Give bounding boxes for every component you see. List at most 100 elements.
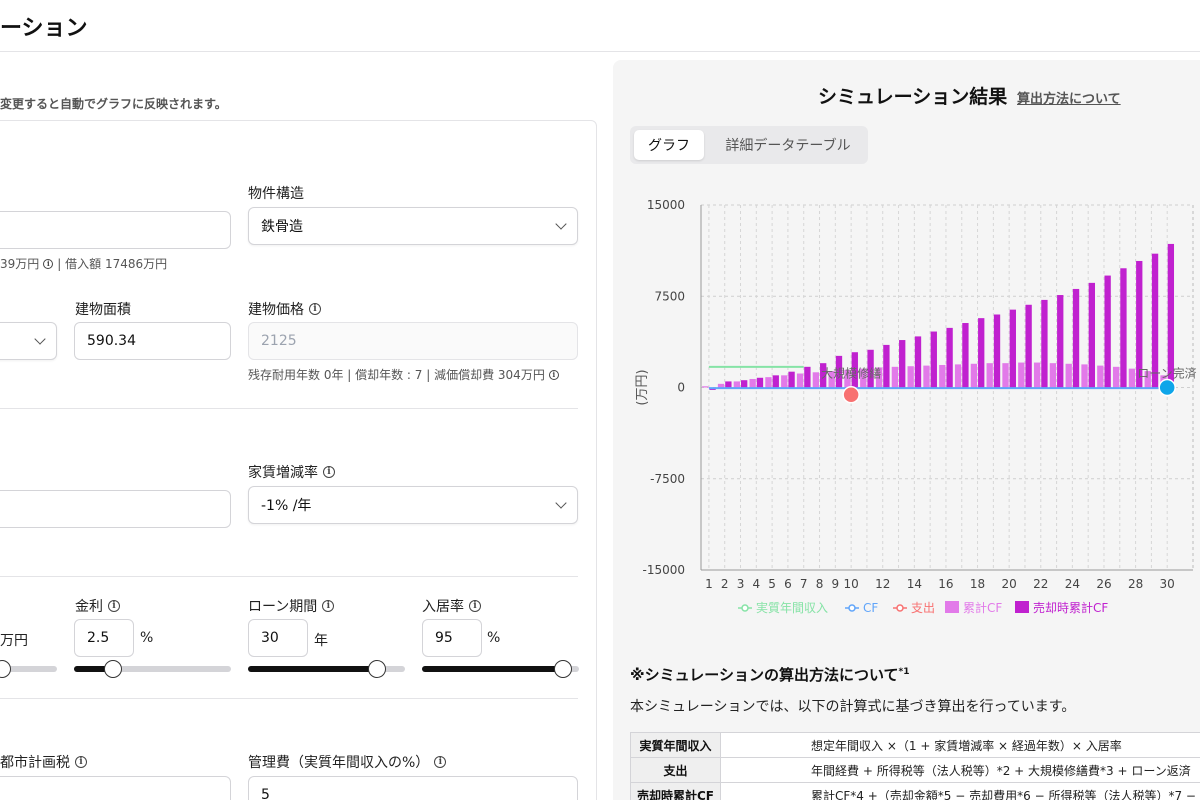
x-tick-label: 26 — [1096, 577, 1111, 591]
building-price-input[interactable]: 2125 — [248, 322, 578, 360]
info-icon[interactable]: i — [322, 600, 335, 612]
loan-hint: 39万円 i | 借入額 17486万円 — [0, 257, 168, 271]
occupancy-slider[interactable] — [422, 659, 579, 679]
y-tick-label: 15000 — [647, 198, 685, 212]
mgmt-fee-label: 管理費（実質年間収入の%） i — [248, 752, 447, 772]
bar-sale-cumulative-profit — [978, 318, 985, 388]
section-divider — [0, 408, 578, 409]
rent-input[interactable] — [0, 490, 231, 528]
slider-thumb[interactable] — [104, 660, 123, 678]
bar-sale-cumulative-profit — [930, 331, 937, 388]
occupancy-input[interactable]: 95 — [422, 619, 482, 657]
x-tick-label: 30 — [1160, 577, 1175, 591]
chevron-down-icon — [555, 218, 567, 230]
y-tick-label: -15000 — [642, 563, 685, 577]
x-tick-label: 6 — [784, 577, 792, 591]
x-tick-label: 14 — [907, 577, 922, 591]
legend-label: 実質年間収入 — [756, 600, 828, 615]
info-icon[interactable]: i — [108, 600, 120, 612]
bar-cumulative-cf — [1112, 366, 1120, 388]
mgmt-fee-input[interactable]: 5 — [248, 776, 578, 800]
legend-swatch-dot — [848, 604, 856, 612]
app-header: ーション — [0, 0, 1200, 52]
formula-row: 売却時累計CF 累計CF*4 +（売却金額*5 − 売却費用*6 − 所得税等（法… — [629, 782, 1200, 800]
x-tick-label: 18 — [970, 577, 985, 591]
bar-sale-cumulative-profit — [1120, 268, 1127, 388]
city-tax-input[interactable] — [0, 776, 231, 800]
page-title: ーション — [0, 16, 88, 41]
formula-key: 実質年間収入 — [629, 732, 722, 758]
depreciation-select[interactable] — [0, 322, 57, 360]
y-tick-label: 0 — [677, 381, 685, 395]
bar-sale-cumulative-profit — [1009, 309, 1016, 388]
bar-cumulative-cf — [1033, 362, 1041, 388]
legend-label: CF — [863, 601, 878, 615]
chevron-down-icon — [34, 333, 46, 345]
info-icon[interactable]: i — [323, 466, 335, 478]
bar-sale-cumulative-profit — [741, 380, 748, 388]
structure-value: 鉄骨造 — [261, 219, 303, 235]
info-icon[interactable]: i — [434, 756, 447, 768]
rent-change-label: 家賃増減率 i — [248, 462, 335, 482]
legend-swatch-dot — [896, 604, 904, 612]
info-icon[interactable]: i — [309, 303, 321, 315]
loan-term-label: ローン期間 i — [248, 596, 335, 616]
marker-dot — [842, 386, 860, 404]
building-area-input[interactable]: 590.34 — [74, 322, 231, 360]
info-icon[interactable]: i — [548, 369, 559, 380]
formula-value: 年間経費 + 所得税等（法人税等）*2 + 大規模修繕費*3 + ローン返済 — [720, 757, 1200, 783]
legend-swatch — [1015, 601, 1029, 613]
loan-amount-slider[interactable] — [0, 659, 57, 679]
formula-key: 売却時累計CF — [629, 782, 722, 800]
bar-cumulative-cf — [1128, 368, 1136, 388]
x-tick-label: 16 — [938, 577, 953, 591]
bar-cumulative-cf — [939, 364, 946, 388]
price-input[interactable] — [0, 211, 231, 249]
structure-select[interactable]: 鉄骨造 — [248, 207, 578, 245]
info-icon[interactable]: i — [43, 258, 54, 269]
chevron-down-icon — [555, 497, 567, 509]
y-tick-label: -7500 — [650, 472, 685, 486]
slider-thumb[interactable] — [367, 660, 386, 678]
x-tick-label: 24 — [1065, 577, 1080, 591]
bar-cumulative-cf — [1049, 363, 1057, 388]
bar-sale-cumulative-profit — [804, 366, 811, 388]
slider-thumb[interactable] — [0, 660, 11, 678]
bar-cumulative-cf — [717, 383, 725, 388]
bar-sale-cumulative-profit — [1041, 299, 1048, 388]
interest-slider[interactable] — [74, 659, 231, 679]
y-tick-label: 7500 — [654, 289, 685, 303]
structure-label: 物件構造 — [248, 186, 304, 202]
bar-sale-cumulative-profit — [756, 377, 764, 388]
x-tick-label: 8 — [816, 577, 824, 591]
x-tick-label: 28 — [1128, 577, 1143, 591]
legend-label: 累計CF — [963, 600, 1002, 615]
x-tick-label: 22 — [1033, 577, 1048, 591]
bar-cumulative-cf — [796, 373, 804, 388]
bar-cumulative-cf — [907, 366, 914, 388]
bar-sale-cumulative-profit — [914, 336, 922, 388]
bar-sale-cumulative-profit — [1057, 295, 1064, 388]
bar-cumulative-cf — [954, 364, 962, 388]
x-tick-label: 5 — [768, 577, 776, 591]
section-divider — [0, 698, 578, 699]
slider-thumb[interactable] — [554, 660, 573, 678]
method-title: ※シミュレーションの算出方法について*1 — [630, 666, 910, 684]
info-icon[interactable]: i — [469, 600, 481, 612]
bar-cumulative-cf — [1065, 363, 1072, 388]
x-tick-label: 7 — [800, 577, 808, 591]
occupancy-unit: % — [487, 630, 501, 646]
interest-input[interactable]: 2.5 — [74, 619, 134, 657]
x-tick-label: 9 — [832, 577, 840, 591]
rent-change-value: -1% /年 — [261, 498, 312, 514]
result-panel: シミュレーション結果 算出方法について グラフ 詳細データテーブル 150001… — [613, 60, 1200, 800]
loan-term-slider[interactable] — [248, 659, 405, 679]
info-icon[interactable]: i — [75, 756, 87, 768]
rent-change-select[interactable]: -1% /年 — [248, 486, 578, 524]
auto-update-note: 変更すると自動でグラフに反映されます。 — [0, 97, 227, 111]
simulation-chart: 150001575007500-7500-7-15000-15123456789… — [635, 198, 1197, 615]
bar-sale-cumulative-profit — [1072, 288, 1080, 388]
x-tick-label: 4 — [752, 577, 760, 591]
bar-cumulative-cf — [1081, 364, 1088, 388]
loan-term-input[interactable]: 30 — [248, 619, 308, 657]
